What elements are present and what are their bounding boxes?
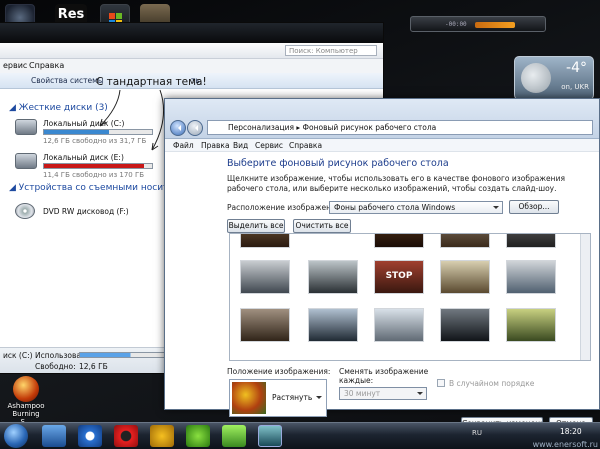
media-time: -00:00	[445, 21, 467, 28]
position-select-value: Растянуть	[272, 393, 313, 402]
menu-view[interactable]: Вид	[233, 141, 248, 150]
wallpaper-thumbnail[interactable]	[240, 260, 290, 294]
wallpaper-thumbnail[interactable]	[506, 308, 556, 342]
drive-e-free: 11,4 ГБ свободно из 170 ГБ	[43, 171, 145, 179]
back-arrow-icon[interactable]	[170, 120, 186, 136]
clear-all-button[interactable]: Очистить все	[293, 219, 351, 233]
status-free-label: Свободно:	[35, 362, 76, 371]
weather-gadget[interactable]: -4° on, UKR	[514, 56, 594, 100]
wallpaper-thumbnail[interactable]	[240, 234, 290, 248]
system-properties-button[interactable]: Свойства системы	[31, 76, 104, 85]
dvd-drive-name: DVD RW дисковод (F:)	[43, 207, 129, 216]
explorer-titlebar[interactable]	[0, 23, 383, 43]
start-button[interactable]	[4, 424, 28, 448]
page-description: Щелкните изображение, чтобы использовать…	[227, 174, 565, 193]
wallpaper-thumbnail[interactable]	[440, 234, 490, 248]
forward-arrow-icon[interactable]	[187, 120, 203, 136]
explorer-taskbar-icon[interactable]	[42, 425, 66, 447]
position-preview-image	[232, 382, 266, 414]
status-usage-bar	[79, 352, 165, 358]
browse-button[interactable]: Обзор...	[509, 200, 559, 214]
moon-icon	[521, 63, 551, 93]
chevron-down-icon	[417, 392, 423, 398]
select-all-button[interactable]: Выделить все	[227, 219, 285, 233]
res-icon-label: Res	[57, 7, 85, 22]
language-indicator[interactable]: RU	[472, 429, 482, 437]
menu-service[interactable]: ервис	[3, 61, 27, 70]
personalization-chrome: Персонализация ▸ Фоновый рисунок рабочег…	[165, 99, 599, 139]
shuffle-checkbox[interactable]	[437, 379, 445, 387]
location-label: Расположение изображения:	[227, 203, 343, 212]
breadcrumb-item-personalization[interactable]: Персонализация	[228, 123, 294, 132]
wallpaper-thumbnail[interactable]	[440, 260, 490, 294]
chevron-down-icon	[316, 396, 322, 402]
android-taskbar-icon[interactable]	[222, 425, 246, 447]
position-label: Положение изображения:	[227, 367, 331, 376]
weather-city: on, UKR	[561, 83, 589, 91]
weather-temperature: -4°	[566, 60, 587, 76]
search-input[interactable]: Поиск: Компьютер	[285, 45, 377, 56]
breadcrumb-item-wallpaper[interactable]: Фоновый рисунок рабочего стола	[303, 123, 437, 132]
shuffle-label: В случайном порядке	[449, 379, 535, 388]
media-player-taskbar-icon[interactable]	[78, 425, 102, 447]
page-title: Выберите фоновый рисунок рабочего стола	[227, 158, 449, 169]
menu-file[interactable]: Файл	[173, 141, 194, 150]
menu-help[interactable]: Справка	[29, 61, 64, 70]
removable-section-label: Устройства со съемными носителя	[18, 183, 185, 193]
change-interval-label: Сменять изображение каждые:	[339, 367, 429, 385]
chevron-down-icon	[493, 206, 499, 212]
wallpaper-thumbnail-stop[interactable]: STOP	[374, 260, 424, 294]
annotation-arrows	[99, 89, 165, 151]
opera-taskbar-icon[interactable]	[114, 425, 138, 447]
wallpaper-thumbnail[interactable]	[374, 308, 424, 342]
menu-tools[interactable]: Сервис	[255, 141, 283, 150]
hard-disk-icon	[15, 119, 37, 135]
status-free-value: 12,6 ГБ	[79, 362, 108, 371]
breadcrumb[interactable]: Персонализация ▸ Фоновый рисунок рабочег…	[207, 120, 593, 135]
wallpaper-thumbnail[interactable]	[308, 308, 358, 342]
stop-sign-text: STOP	[385, 271, 413, 281]
position-select[interactable]: Растянуть	[229, 379, 327, 417]
desktop: Res▬▬ -00:00 -4° on, UKR Поиск: Компьюте…	[0, 0, 600, 449]
menu-help[interactable]: Справка	[289, 141, 322, 150]
interval-select[interactable]: 30 минут	[339, 387, 427, 400]
watermark: www.enersoft.ru	[532, 440, 598, 449]
control-panel-taskbar-icon[interactable]	[258, 425, 282, 447]
taskbar: RU 18:20 www.enersoft.ru	[0, 422, 600, 449]
wallpaper-thumbnail[interactable]	[506, 260, 556, 294]
wallpaper-thumbnail[interactable]	[440, 308, 490, 342]
wallpaper-thumbnail[interactable]	[240, 308, 290, 342]
explorer-address-bar: Поиск: Компьютер	[0, 43, 383, 59]
utorrent-taskbar-icon[interactable]	[186, 425, 210, 447]
clock[interactable]: 18:20	[560, 427, 582, 436]
location-select[interactable]: Фоны рабочего стола Windows	[329, 201, 503, 214]
annotation-text: С тандартная тема!	[96, 76, 207, 88]
menu-edit[interactable]: Правка	[201, 141, 230, 150]
wallpaper-thumbnail[interactable]	[506, 234, 556, 248]
location-select-value: Фоны рабочего стола Windows	[334, 203, 456, 212]
ashampoo-icon	[13, 376, 39, 402]
grid-scrollbar[interactable]	[580, 234, 590, 360]
wallpaper-thumbnail[interactable]	[308, 260, 358, 294]
app-taskbar-icon[interactable]	[150, 425, 174, 447]
volume-bar[interactable]	[475, 22, 515, 28]
ashampoo-shortcut[interactable]: Ashampoo Burning S...	[6, 376, 46, 426]
personalization-window: Персонализация ▸ Фоновый рисунок рабочег…	[164, 98, 600, 431]
removable-section-header[interactable]: ◢ Устройства со съемными носителя	[9, 183, 185, 193]
explorer-menu-bar: ервис Справка	[0, 59, 383, 73]
personalization-menu-bar: Файл Правка Вид Сервис Справка	[165, 139, 599, 152]
dvd-icon	[15, 203, 35, 219]
wallpaper-grid: STOP	[229, 233, 591, 361]
interval-select-value: 30 минут	[344, 389, 381, 398]
hard-disk-icon	[15, 153, 37, 169]
wallpaper-thumbnail[interactable]	[374, 234, 424, 248]
status-disk: иск (C:)	[3, 351, 33, 360]
media-player-gadget[interactable]: -00:00	[410, 16, 546, 32]
